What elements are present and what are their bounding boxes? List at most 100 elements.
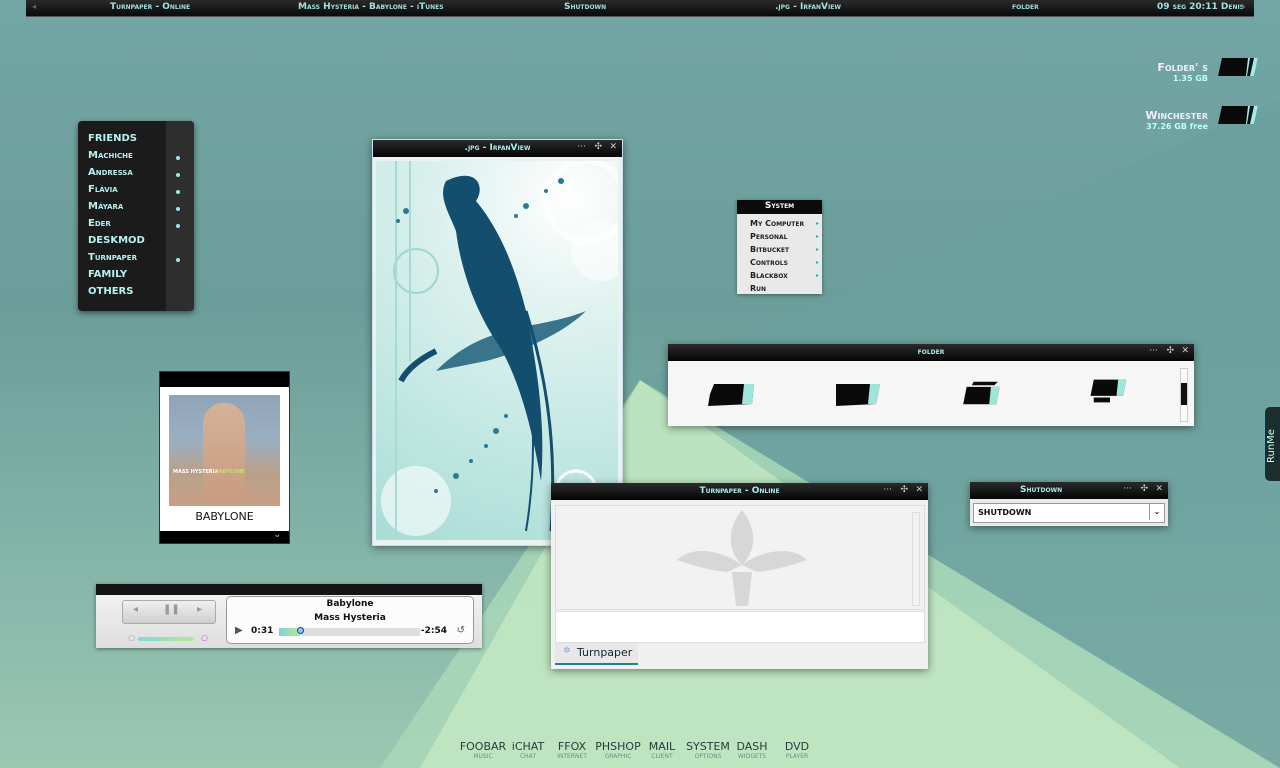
minimize-icon[interactable]: ··· bbox=[883, 485, 892, 495]
scrollbar-thumb[interactable] bbox=[1181, 383, 1187, 405]
dock-item-ichat[interactable]: iCHAT CHAT bbox=[503, 740, 553, 760]
friends-item[interactable]: FRIENDS bbox=[88, 133, 137, 144]
volume-slider[interactable] bbox=[138, 637, 194, 641]
friends-item[interactable]: Machiche bbox=[88, 150, 133, 161]
close-icon[interactable]: ✕ bbox=[609, 142, 617, 152]
dock-item-foobar[interactable]: FOOBAR MUSIC bbox=[458, 740, 508, 760]
runme-tab[interactable]: RunMe bbox=[1264, 406, 1280, 482]
drive-icon[interactable] bbox=[708, 382, 756, 408]
move-icon[interactable]: ✣ bbox=[1140, 484, 1148, 494]
menu-item-blackbox[interactable]: Blackbox bbox=[750, 271, 788, 280]
drive-size: 37.26 GB free bbox=[1146, 122, 1208, 131]
turnpaper-chat-window: Turnpaper - Online ··· ✣ ✕ ✲ Turnpaper bbox=[551, 483, 928, 669]
system-menu: System My Computer ▸ Personal ▸ Bitbucke… bbox=[737, 200, 822, 294]
removable-drive-icon[interactable] bbox=[960, 380, 1008, 406]
chat-input[interactable] bbox=[555, 611, 925, 643]
arrow-right-icon[interactable]: ▸ bbox=[1242, 2, 1246, 11]
dock-label: SYSTEM bbox=[686, 740, 730, 753]
dock-sub: CHAT bbox=[519, 753, 536, 760]
dock-label: iCHAT bbox=[511, 740, 545, 753]
dock-item-dash[interactable]: DASH WIDGETS bbox=[727, 740, 777, 760]
next-icon[interactable]: ▸ bbox=[197, 604, 202, 615]
friends-item[interactable]: Flávia bbox=[88, 184, 118, 195]
close-icon[interactable]: ✕ bbox=[1155, 484, 1163, 494]
task-itunes[interactable]: Mass Hysteria - Babylone - iTunes bbox=[298, 2, 444, 12]
pause-icon[interactable]: ❚❚ bbox=[163, 604, 180, 615]
window-titlebar[interactable]: Shutdown ··· ✣ ✕ bbox=[970, 482, 1168, 499]
dock-item-photoshop[interactable]: PHSHOP GRAPHIC bbox=[593, 740, 643, 760]
task-shutdown[interactable]: Shutdown bbox=[564, 2, 606, 12]
friends-item[interactable]: Andressa bbox=[88, 167, 133, 178]
hard-drive-icon[interactable] bbox=[1218, 56, 1260, 78]
close-icon[interactable]: ✕ bbox=[915, 485, 923, 495]
shutdown-window: Shutdown ··· ✣ ✕ SHUTDOWN ⌄ bbox=[970, 482, 1168, 526]
remaining-time: -2:54 bbox=[420, 626, 447, 636]
fleur-de-lis-watermark bbox=[677, 510, 807, 606]
hard-drive-icon[interactable] bbox=[1218, 104, 1260, 126]
menu-item-bitbucket[interactable]: Bitbucket bbox=[750, 245, 789, 254]
play-icon[interactable]: ▶ bbox=[235, 625, 243, 636]
minimize-icon[interactable]: ··· bbox=[1149, 346, 1158, 356]
arrow-left-icon[interactable]: ◂ bbox=[32, 2, 36, 11]
friends-item[interactable]: Eder bbox=[88, 218, 111, 229]
repeat-icon[interactable]: ↺ bbox=[457, 625, 465, 636]
elapsed-time: 0:31 bbox=[251, 626, 274, 636]
friends-item[interactable]: DESKMOD bbox=[88, 235, 145, 246]
shutdown-select[interactable]: SHUTDOWN ⌄ bbox=[973, 503, 1165, 523]
close-icon[interactable]: ✕ bbox=[1181, 346, 1189, 356]
move-icon[interactable]: ✣ bbox=[594, 142, 602, 152]
album-art[interactable]: MASS HYSTERIA BABYLONE bbox=[169, 395, 280, 506]
drive-folders[interactable]: Folder' s 1.35 GB bbox=[1157, 61, 1208, 83]
task-turnpaper[interactable]: Turnpaper - Online bbox=[110, 2, 190, 12]
chat-scrollbar[interactable] bbox=[912, 512, 920, 606]
window-titlebar[interactable]: folder ··· ✣ ✕ bbox=[668, 344, 1194, 361]
drive-winchester[interactable]: Winchester 37.26 GB free bbox=[1145, 109, 1208, 131]
tab-status-icon: ✲ bbox=[563, 646, 571, 656]
drive-icon[interactable] bbox=[834, 382, 882, 408]
drive-label: Folder' s bbox=[1157, 61, 1208, 74]
dock-sub: CLIENT bbox=[651, 753, 673, 760]
friends-item[interactable]: OTHERS bbox=[88, 286, 133, 297]
folder-window: folder ··· ✣ ✕ bbox=[668, 344, 1194, 426]
task-irfanview[interactable]: .jpg - IrfanView bbox=[775, 2, 841, 12]
transport-controls: ◂ ❚❚ ▸ bbox=[122, 600, 216, 624]
window-title: Turnpaper - Online bbox=[699, 486, 780, 496]
previous-icon[interactable]: ◂ bbox=[133, 604, 138, 615]
minimize-icon[interactable]: ··· bbox=[577, 142, 586, 152]
dock-item-dvd[interactable]: DVD PLAYER bbox=[772, 740, 822, 760]
dock-item-system[interactable]: SYSTEM OPTIONS bbox=[683, 740, 733, 760]
friends-item[interactable]: Máyara bbox=[88, 201, 123, 212]
menu-item-personal[interactable]: Personal bbox=[750, 232, 788, 241]
menu-item-controls[interactable]: Controls bbox=[750, 258, 788, 267]
system-menu-title: System bbox=[737, 200, 822, 214]
network-drive-icon[interactable] bbox=[1086, 378, 1134, 404]
tab-turnpaper[interactable]: ✲ Turnpaper bbox=[555, 643, 638, 665]
album-footer: ⌄ bbox=[160, 530, 289, 543]
album-header bbox=[160, 372, 289, 387]
song-title: Babylone bbox=[326, 599, 374, 609]
submenu-arrow-icon: ▸ bbox=[815, 220, 819, 227]
album-cover-widget: MASS HYSTERIA BABYLONE BABYLONE ⌄ bbox=[159, 371, 290, 544]
folder-scrollbar[interactable] bbox=[1180, 368, 1188, 422]
menu-item-my-computer[interactable]: My Computer bbox=[750, 219, 804, 228]
tab-label: Turnpaper bbox=[577, 646, 633, 659]
move-icon[interactable]: ✣ bbox=[900, 485, 908, 495]
task-folder[interactable]: folder bbox=[1012, 2, 1039, 12]
minimize-icon[interactable]: ··· bbox=[1123, 484, 1132, 494]
friends-item[interactable]: FAMILY bbox=[88, 269, 127, 280]
move-icon[interactable]: ✣ bbox=[1166, 346, 1174, 356]
dock-item-firefox[interactable]: FFOX INTERNET bbox=[547, 740, 597, 760]
chat-history[interactable] bbox=[555, 505, 925, 610]
player-titlebar[interactable] bbox=[96, 584, 482, 595]
album-art-title: BABYLONE bbox=[215, 469, 245, 475]
dock-sub: OPTIONS bbox=[694, 753, 722, 760]
menu-item-run[interactable]: Run bbox=[750, 284, 766, 293]
friends-item[interactable]: Turnpaper bbox=[88, 252, 137, 263]
chevron-down-icon[interactable]: ⌄ bbox=[1149, 504, 1164, 520]
submenu-arrow-icon: ▸ bbox=[815, 233, 819, 240]
chevron-down-icon[interactable]: ⌄ bbox=[273, 530, 281, 540]
dock-item-mail[interactable]: MAIL CLIENT bbox=[637, 740, 687, 760]
dock-label: FFOX bbox=[557, 740, 587, 753]
window-titlebar[interactable]: Turnpaper - Online ··· ✣ ✕ bbox=[551, 483, 928, 500]
window-titlebar[interactable]: .jpg - IrfanView ··· ✣ ✕ bbox=[373, 140, 622, 157]
